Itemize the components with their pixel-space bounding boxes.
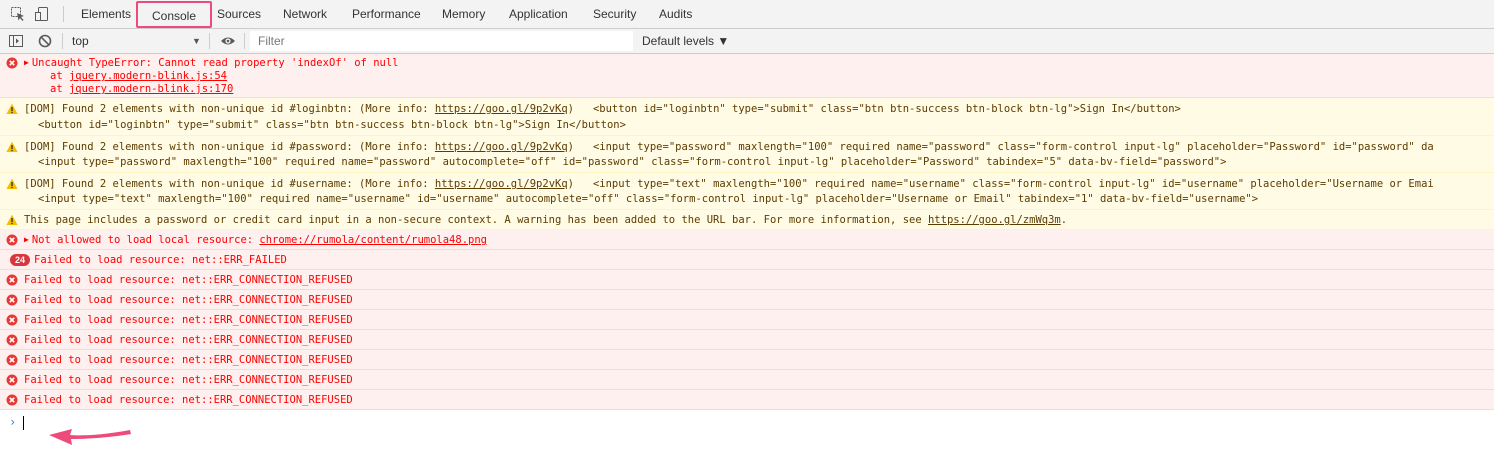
text-cursor	[23, 416, 24, 430]
more-info-link[interactable]: https://goo.gl/9p2vKq	[435, 103, 568, 115]
error-text: Failed to load resource: net::ERR_CONNEC…	[24, 314, 353, 326]
console-error-message[interactable]: Failed to load resource: net::ERR_CONNEC…	[0, 310, 1494, 330]
error-text: Failed to load resource: net::ERR_CONNEC…	[24, 354, 353, 366]
console-error-message[interactable]: Failed to load resource: net::ERR_CONNEC…	[0, 370, 1494, 390]
console-error-message[interactable]: Failed to load resource: net::ERR_CONNEC…	[0, 350, 1494, 370]
element-snippet: ) <input type="text" maxlength="100" req…	[567, 178, 1434, 190]
inspect-icon[interactable]	[10, 6, 26, 22]
repeat-count-badge: 24	[10, 254, 30, 266]
console-prompt[interactable]: ›	[0, 413, 1494, 451]
console-messages: ▶ Uncaught TypeError: Cannot read propert…	[0, 54, 1494, 410]
tab-console[interactable]: Console	[136, 1, 212, 28]
console-error-message[interactable]: 24 Failed to load resource: net::ERR_FAI…	[0, 250, 1494, 270]
context-selector[interactable]: top	[72, 29, 89, 53]
warning-icon	[6, 103, 18, 114]
warning-text: This page includes a password or credit …	[24, 214, 928, 226]
console-error-message[interactable]: Failed to load resource: net::ERR_CONNEC…	[0, 330, 1494, 350]
error-text: Failed to load resource: net::ERR_CONNEC…	[24, 294, 353, 306]
sidebar-toggle-icon[interactable]	[8, 33, 24, 49]
console-error-message[interactable]: Failed to load resource: net::ERR_CONNEC…	[0, 270, 1494, 290]
error-text: Failed to load resource: net::ERR_CONNEC…	[24, 374, 353, 386]
error-icon	[6, 57, 18, 69]
warning-text-end: .	[1060, 214, 1068, 226]
stack-link[interactable]: jquery.modern-blink.js:54	[69, 70, 227, 82]
more-info-link[interactable]: https://goo.gl/9p2vKq	[435, 141, 568, 153]
error-icon	[6, 394, 18, 406]
error-icon	[6, 374, 18, 386]
devtools-tab-bar: Elements Console Sources Network Perform…	[0, 0, 1494, 29]
more-info-link[interactable]: https://goo.gl/zmWq3m	[928, 214, 1061, 226]
warning-text: [DOM] Found 2 elements with non-unique i…	[24, 103, 435, 115]
error-icon	[6, 354, 18, 366]
prompt-caret-icon: ›	[9, 415, 17, 429]
resource-link[interactable]: chrome://rumola/content/rumola48.png	[259, 234, 487, 246]
expand-triangle-icon[interactable]: ▶	[24, 57, 29, 69]
element-snippet: ) <input type="password" maxlength="100"…	[567, 141, 1434, 153]
clear-console-icon[interactable]	[37, 33, 53, 49]
console-error-message[interactable]: Failed to load resource: net::ERR_CONNEC…	[0, 290, 1494, 310]
console-error-message[interactable]: ▶ Not allowed to load local resource: chr…	[0, 230, 1494, 250]
error-text: Failed to load resource: net::ERR_CONNEC…	[24, 274, 353, 286]
filter-input[interactable]	[250, 31, 633, 51]
tab-application[interactable]: Application	[509, 0, 568, 28]
element-snippet[interactable]: <button id="loginbtn" type="submit" clas…	[38, 119, 626, 131]
tab-bar-divider	[63, 6, 64, 22]
toolbar-divider	[62, 33, 63, 49]
console-error-message[interactable]: Failed to load resource: net::ERR_CONNEC…	[0, 390, 1494, 410]
tab-sources[interactable]: Sources	[217, 0, 261, 28]
warning-icon	[6, 141, 18, 152]
eye-icon[interactable]	[220, 33, 236, 49]
console-error-message[interactable]: ▶ Uncaught TypeError: Cannot read propert…	[0, 54, 1494, 98]
console-warning-message[interactable]: [DOM] Found 2 elements with non-unique i…	[0, 173, 1494, 210]
log-levels-dropdown[interactable]: Default levels ▼	[642, 29, 729, 53]
error-text: Not allowed to load local resource:	[31, 234, 260, 246]
tab-network[interactable]: Network	[283, 0, 327, 28]
warning-text: [DOM] Found 2 elements with non-unique i…	[24, 141, 435, 153]
error-icon	[6, 334, 18, 346]
context-dropdown-arrow-icon[interactable]: ▼	[192, 29, 201, 53]
error-icon	[6, 314, 18, 326]
error-icon	[6, 294, 18, 306]
stack-link[interactable]: jquery.modern-blink.js:170	[69, 83, 233, 95]
toolbar-divider	[244, 33, 245, 49]
stack-prefix: at	[50, 70, 69, 82]
console-warning-message[interactable]: [DOM] Found 2 elements with non-unique i…	[0, 98, 1494, 136]
error-text: Failed to load resource: net::ERR_CONNEC…	[24, 334, 353, 346]
warning-icon	[6, 214, 18, 225]
element-snippet[interactable]: <input type="text" maxlength="100" requi…	[38, 193, 1258, 205]
stack-prefix: at	[50, 83, 69, 95]
more-info-link[interactable]: https://goo.gl/9p2vKq	[435, 178, 568, 190]
device-toolbar-icon[interactable]	[34, 6, 50, 22]
element-snippet: ) <button id="loginbtn" type="submit" cl…	[567, 103, 1181, 115]
console-warning-message[interactable]: [DOM] Found 2 elements with non-unique i…	[0, 136, 1494, 173]
console-toolbar: top ▼ Default levels ▼	[0, 29, 1494, 54]
error-text: Failed to load resource: net::ERR_FAILED	[34, 254, 287, 266]
tab-memory[interactable]: Memory	[442, 0, 485, 28]
arrow-annotation-icon	[49, 429, 131, 445]
console-warning-message[interactable]: This page includes a password or credit …	[0, 210, 1494, 230]
error-icon	[6, 274, 18, 286]
error-icon	[6, 234, 18, 246]
tab-performance[interactable]: Performance	[352, 0, 421, 28]
element-snippet[interactable]: <input type="password" maxlength="100" r…	[38, 156, 1226, 168]
error-text: Uncaught TypeError: Cannot read property…	[31, 57, 399, 69]
tab-audits[interactable]: Audits	[659, 0, 692, 28]
tab-elements[interactable]: Elements	[81, 0, 131, 28]
warning-icon	[6, 178, 18, 189]
expand-triangle-icon[interactable]: ▶	[24, 234, 29, 246]
error-text: Failed to load resource: net::ERR_CONNEC…	[24, 394, 353, 406]
toolbar-divider	[209, 33, 210, 49]
warning-text: [DOM] Found 2 elements with non-unique i…	[24, 178, 435, 190]
tab-security[interactable]: Security	[593, 0, 636, 28]
